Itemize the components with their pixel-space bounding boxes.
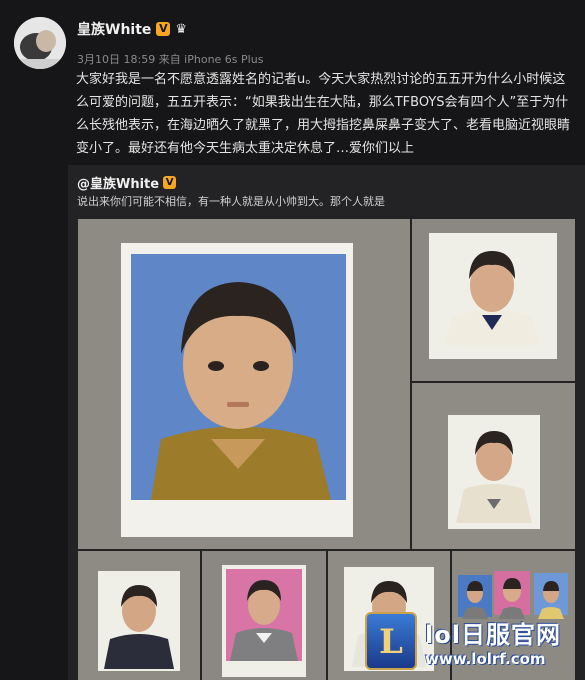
photo-3[interactable]: [412, 383, 575, 549]
verified-icon: V: [163, 176, 177, 189]
post-author-name[interactable]: 皇族White: [77, 19, 151, 39]
verified-icon: V: [156, 22, 171, 36]
repost-author-name[interactable]: @皇族White: [77, 173, 159, 192]
watermark-logo-icon: L: [365, 612, 417, 670]
repost-author[interactable]: @皇族White V: [77, 173, 177, 192]
repost-card[interactable]: @皇族White V 说出来你们可能不相信，有一种人就是从小帅到大。那个人就是: [68, 165, 585, 680]
photo-4[interactable]: [78, 551, 200, 680]
watermark-title: lol日服官网: [425, 620, 561, 649]
post-meta: 3月10日 18:59 来自 iPhone 6s Plus: [77, 53, 264, 66]
photo-2[interactable]: [412, 219, 575, 381]
post-author[interactable]: 皇族White V ♛: [77, 19, 187, 39]
photo-5[interactable]: [202, 551, 326, 680]
crown-icon: ♛: [175, 21, 188, 37]
repost-text: 说出来你们可能不相信，有一种人就是从小帅到大。那个人就是: [77, 195, 385, 208]
photo-1[interactable]: [78, 219, 410, 549]
post-text: 大家好我是一名不愿意透露姓名的记者u。今天大家热烈讨论的五五开为什么小时候这么可…: [76, 72, 571, 156]
watermark-url: www.lolrf.com: [425, 649, 546, 668]
avatar[interactable]: [14, 17, 66, 69]
watermark: L lol日服官网 www.lolrf.com: [365, 612, 561, 670]
